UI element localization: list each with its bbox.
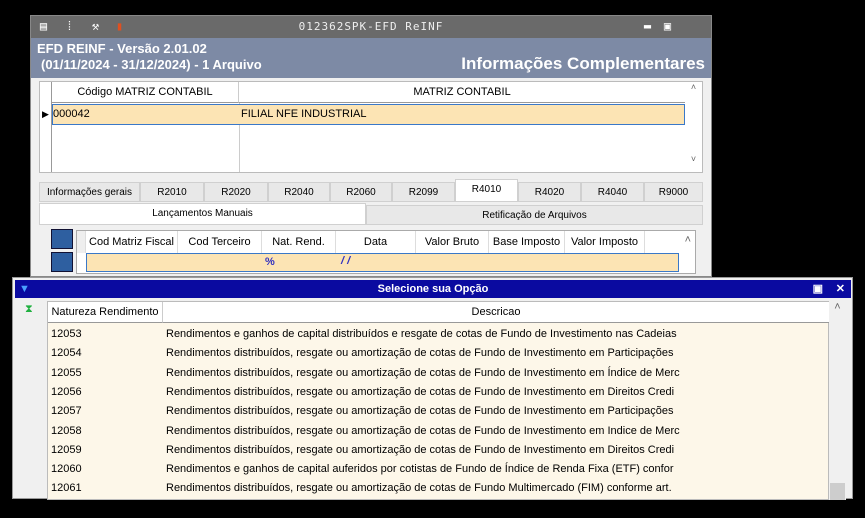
tab-r4020[interactable]: R4020 <box>518 182 581 202</box>
list-item[interactable]: 12058 Rendimentos distribuídos, resgate o… <box>48 422 828 441</box>
nat-rend-input[interactable]: % <box>265 256 275 268</box>
list-item[interactable]: 12060 Rendimentos e ganhos de capital auf… <box>48 460 828 479</box>
code-cell: 12061 <box>51 482 82 495</box>
data-input[interactable]: / / <box>341 255 350 267</box>
row-pointer-icon: ▶ <box>42 109 49 119</box>
main-window: ▤ ⁞ ⚒ ▮ 012362SPK-EFD ReINF ▬ ▣ EFD REIN… <box>30 15 712 277</box>
selection-dialog: ▼ Selecione sua Opção ▣ ✕ ⧗ Natureza Ren… <box>12 277 853 514</box>
edit-row[interactable]: % / / <box>86 253 679 272</box>
subtab-retificacao-arquivos[interactable]: Retificação de Arquivos <box>366 205 703 225</box>
column-header[interactable]: Descricao <box>163 302 829 323</box>
list-item[interactable]: 12059 Rendimentos distribuídos, resgate o… <box>48 441 828 460</box>
column-header[interactable]: Base Imposto <box>489 231 565 253</box>
list-item[interactable]: 12056 Rendimentos distribuídos, resgate o… <box>48 383 828 402</box>
filter-icon[interactable]: ▼ <box>19 280 30 298</box>
list-item[interactable]: 12054 Rendimentos distribuídos, resgate o… <box>48 344 828 363</box>
close-button[interactable]: ✕ <box>836 280 845 298</box>
scrollbar[interactable]: ˄ ˅ <box>685 82 702 172</box>
column-header[interactable]: Código MATRIZ CONTABIL <box>52 82 239 103</box>
tab-r4040[interactable]: R4040 <box>581 182 644 202</box>
tab-r4010[interactable]: R4010 <box>455 179 518 202</box>
description-cell: Rendimentos distribuídos, resgate ou amo… <box>166 424 680 437</box>
list-item[interactable]: 12055 Rendimentos distribuídos, resgate o… <box>48 364 828 383</box>
scrollbar[interactable]: ˄ <box>829 301 846 500</box>
column-header[interactable]: Data <box>336 231 416 253</box>
tab-r2020[interactable]: R2020 <box>204 182 268 202</box>
column-header[interactable]: Valor Bruto <box>416 231 489 253</box>
list-item[interactable]: 12057 Rendimentos distribuídos, resgate o… <box>48 402 828 421</box>
row-indicator-column <box>40 82 52 172</box>
column-header[interactable]: Valor Imposto <box>565 231 645 253</box>
period-label: (01/11/2024 - 31/12/2024) - 1 Arquivo <box>41 57 262 72</box>
subtab-lancamentos-manuais[interactable]: Lançamentos Manuais <box>39 203 366 225</box>
column-header[interactable]: MATRIZ CONTABIL <box>239 82 685 103</box>
scroll-up-icon[interactable]: ˄ <box>685 234 691 246</box>
dialog-title-bar: ▼ Selecione sua Opção ▣ ✕ <box>15 280 851 298</box>
code-cell: 12062 <box>51 501 82 514</box>
code-cell: 000042 <box>53 108 90 120</box>
column-header[interactable]: Natureza Rendimento <box>48 302 163 323</box>
lancamentos-grid: Cod Matriz Fiscal Cod Terceiro Nat. Rend… <box>76 230 696 274</box>
column-header[interactable]: Cod Terceiro <box>178 231 262 253</box>
title-bar: ▤ ⁞ ⚒ ▮ 012362SPK-EFD ReINF ▬ ▣ <box>31 16 711 38</box>
description-cell: Rendimentos distribuídos, resgate ou amo… <box>166 385 675 398</box>
header-band: EFD REINF - Versão 2.01.02 (01/11/2024 -… <box>31 38 711 78</box>
tab-r2060[interactable]: R2060 <box>330 182 392 202</box>
filter-green-icon[interactable]: ⧗ <box>25 303 33 316</box>
description-cell: Rendimentos distribuídos, resgate ou amo… <box>166 366 680 379</box>
code-cell: 12056 <box>51 385 82 398</box>
subtab-bar: Lançamentos Manuais Retificação de Arqui… <box>39 203 703 225</box>
tab-r2010[interactable]: R2010 <box>140 182 204 202</box>
list-item[interactable]: 12062 Rendimentos decorrente de debenture… <box>48 499 828 518</box>
tab-bar: Informações gerais R2010 R2020 R2040 R20… <box>39 179 703 202</box>
scrollbar-thumb[interactable] <box>830 483 845 500</box>
code-cell: 12058 <box>51 424 82 437</box>
list-item[interactable]: 12053 Rendimentos e ganhos de capital dis… <box>48 325 828 344</box>
code-cell: 12060 <box>51 463 82 476</box>
column-header[interactable]: Cod Matriz Fiscal <box>86 231 178 253</box>
code-cell: 12053 <box>51 328 82 340</box>
window-title: 012362SPK-EFD ReINF <box>298 20 444 33</box>
list-item[interactable]: 12061 Rendimentos distribuídos, resgate o… <box>48 479 828 498</box>
matriz-contabil-grid: Código MATRIZ CONTABIL MATRIZ CONTABIL 0… <box>39 81 703 173</box>
tab-r9000[interactable]: R9000 <box>644 182 703 202</box>
tab-informacoes-gerais[interactable]: Informações gerais <box>39 182 140 202</box>
description-cell: Rendimentos distribuídos, resgate ou amo… <box>166 443 675 456</box>
tab-r2040[interactable]: R2040 <box>268 182 330 202</box>
import-icon[interactable] <box>51 229 73 249</box>
code-cell: 12054 <box>51 347 82 360</box>
tab-r2099[interactable]: R2099 <box>392 182 455 202</box>
maximize-button[interactable]: ▣ <box>661 19 675 33</box>
options-grid: Natureza Rendimento Descricao 12053 Rendi… <box>47 301 829 514</box>
description-cell: Rendimentos distribuídos, resgate ou amo… <box>166 482 672 495</box>
minimize-button[interactable]: ▬ <box>641 19 655 33</box>
maximize-button[interactable]: ▣ <box>813 280 823 298</box>
export-icon[interactable] <box>51 252 73 272</box>
name-cell: FILIAL NFE INDUSTRIAL <box>241 108 367 120</box>
code-cell: 12057 <box>51 405 82 418</box>
page-title: Informações Complementares <box>461 54 705 73</box>
description-cell: Rendimentos e ganhos de capital distribu… <box>166 328 677 340</box>
description-cell: Rendimentos e ganhos de capital auferido… <box>166 463 674 476</box>
version-label: EFD REINF - Versão 2.01.02 <box>37 41 207 56</box>
description-cell: Rendimentos distribuídos, resgate ou amo… <box>166 405 674 418</box>
table-row[interactable]: 000042 FILIAL NFE INDUSTRIAL <box>52 104 685 125</box>
code-cell: 12059 <box>51 443 82 456</box>
description-cell: Rendimentos distribuídos, resgate ou amo… <box>166 347 674 360</box>
description-cell: Rendimentos decorrente de debentures de … <box>166 501 669 514</box>
dialog-title: Selecione sua Opção <box>377 283 489 295</box>
column-header[interactable]: Nat. Rend. <box>262 231 336 253</box>
code-cell: 12055 <box>51 366 82 379</box>
